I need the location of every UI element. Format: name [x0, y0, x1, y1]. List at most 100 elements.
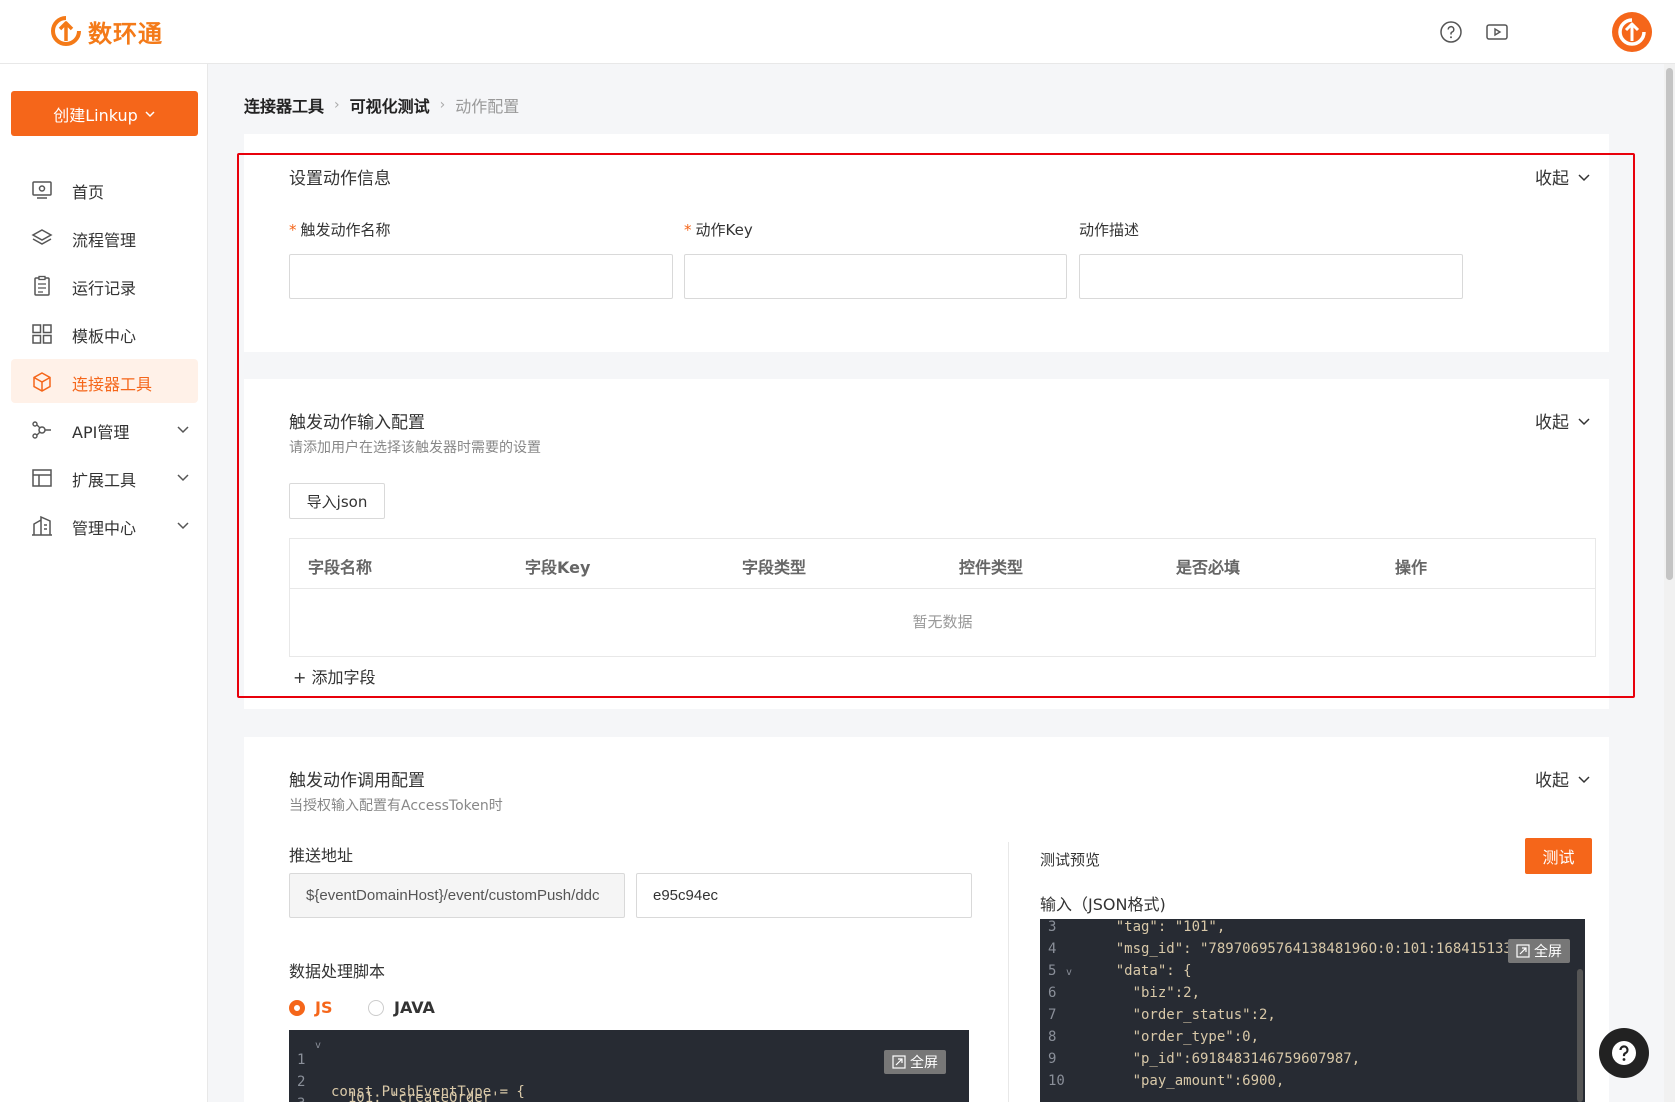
radio-js[interactable]: JS: [289, 998, 332, 1017]
collapse-toggle[interactable]: 收起: [1535, 766, 1591, 791]
radio-label: JS: [315, 998, 333, 1017]
line-number: 3: [297, 1096, 317, 1102]
create-linkup-button[interactable]: 创建Linkup: [11, 91, 198, 136]
table-header: 字段名称 字段Key 字段类型 控件类型 是否必填 操作: [290, 539, 1595, 589]
fold-chevron-icon[interactable]: v: [315, 1040, 321, 1051]
fields-table: 字段名称 字段Key 字段类型 控件类型 是否必填 操作 暂无数据: [289, 538, 1596, 657]
fullscreen-button[interactable]: 全屏: [884, 1050, 946, 1074]
action-name-input[interactable]: [289, 254, 673, 299]
logo[interactable]: 数环通: [50, 14, 163, 49]
monitor-icon: [32, 181, 52, 199]
sidebar-item-label: 扩展工具: [72, 471, 137, 490]
cube-icon: [33, 372, 51, 392]
code-text: "order_status":2,: [1082, 1007, 1276, 1023]
fullscreen-button[interactable]: 全屏: [1508, 939, 1570, 963]
breadcrumb-separator: ›: [334, 97, 340, 113]
collapse-toggle[interactable]: 收起: [1535, 408, 1591, 433]
section-title: 触发动作输入配置: [289, 413, 425, 433]
radio-dot-checked: [289, 999, 305, 1016]
required-asterisk: *: [289, 221, 297, 239]
collapse-label: 收起: [1535, 413, 1569, 433]
column-header: 字段类型: [742, 558, 807, 577]
clipboard-icon: [34, 275, 50, 296]
help-float-button[interactable]: [1599, 1028, 1649, 1078]
code-text: "tag": "101",: [1082, 919, 1226, 935]
logo-text: 数环通: [88, 20, 163, 48]
line-number: 9: [1048, 1051, 1057, 1067]
import-json-button[interactable]: 导入json: [289, 483, 385, 519]
json-input-editor[interactable]: 3 "tag": "101", 4 "msg_id": "78970695764…: [1040, 919, 1585, 1102]
fullscreen-label: 全屏: [1534, 944, 1562, 960]
script-code-editor[interactable]: 1 v const PushEventType = { 2 101: 'crea…: [289, 1030, 969, 1102]
code-line: 2 101: 'createOrder': [289, 1058, 500, 1102]
column-header: 字段Key: [525, 558, 591, 577]
sidebar-item-run-records[interactable]: 运行记录: [11, 263, 198, 307]
sidebar-item-extension-tools[interactable]: 扩展工具: [11, 455, 198, 499]
sidebar-item-label: 流程管理: [72, 231, 137, 250]
breadcrumb-separator: ›: [439, 97, 446, 113]
push-url-suffix-input[interactable]: [636, 873, 972, 918]
chevron-down-icon: [1578, 417, 1590, 425]
expand-icon: [892, 1055, 906, 1069]
sidebar: 创建Linkup 首页 流程管理 运行记录 模板中心 连接器工具 API管理 扩…: [0, 64, 208, 1102]
code-text: "p_id":6918483146759607987,: [1082, 1051, 1361, 1067]
action-info-card: [244, 134, 1609, 352]
sidebar-item-templates[interactable]: 模板中心: [11, 311, 198, 355]
create-linkup-label: 创建Linkup: [53, 105, 138, 125]
line-number: 6: [1048, 985, 1057, 1001]
scrollbar-thumb[interactable]: [1666, 68, 1673, 580]
expand-icon: [1516, 944, 1530, 958]
chevron-down-icon: [145, 110, 155, 117]
column-header: 是否必填: [1176, 558, 1241, 577]
help-circle-icon[interactable]: [1439, 20, 1463, 44]
collapse-toggle[interactable]: 收起: [1535, 164, 1591, 189]
code-text: "msg_id": "7897069576413848196O:0:101:16…: [1082, 941, 1512, 957]
action-key-input[interactable]: [684, 254, 1067, 299]
test-button[interactable]: 测试: [1525, 838, 1592, 874]
code-line: 1 v const PushEventType = {: [289, 1036, 525, 1100]
question-icon: [1612, 1041, 1636, 1065]
page-scrollbar[interactable]: [1664, 64, 1675, 1102]
code-text: "pay_amount":6900,: [1082, 1073, 1285, 1089]
script-label: 数据处理脚本: [289, 962, 386, 981]
required-asterisk: *: [684, 221, 692, 239]
code-line: 3 };: [289, 1080, 323, 1102]
field-label-text: 触发动作名称: [300, 221, 391, 239]
test-preview-label: 测试预览: [1040, 851, 1101, 869]
sidebar-item-admin-center[interactable]: 管理中心: [11, 503, 198, 547]
collapse-label: 收起: [1535, 169, 1569, 189]
field-label-text: 动作描述: [1079, 221, 1140, 239]
sidebar-item-flows[interactable]: 流程管理: [11, 215, 198, 259]
code-text: 101: 'createOrder': [331, 1090, 500, 1102]
input-json-label: 输入（JSON格式): [1040, 895, 1166, 914]
fold-chevron-icon[interactable]: v: [1066, 967, 1072, 978]
layers-icon: [31, 229, 53, 245]
chevron-down-icon: [177, 474, 189, 482]
action-desc-input[interactable]: [1079, 254, 1463, 299]
push-url-prefix-input[interactable]: [289, 873, 625, 918]
video-play-icon[interactable]: [1485, 20, 1509, 44]
breadcrumb-item[interactable]: 可视化测试: [350, 93, 430, 117]
add-field-button[interactable]: + 添加字段: [293, 664, 376, 688]
avatar[interactable]: [1612, 12, 1652, 52]
section-title: 触发动作调用配置: [289, 771, 425, 791]
line-number: 4: [1048, 941, 1057, 957]
radio-java[interactable]: JAVA: [368, 998, 435, 1017]
column-header: 控件类型: [959, 558, 1024, 577]
logo-mark-icon: [51, 15, 81, 46]
sidebar-item-api[interactable]: API管理: [11, 407, 198, 451]
sidebar-item-label: 管理中心: [72, 519, 137, 538]
building-icon: [32, 515, 52, 536]
sidebar-item-label: 首页: [72, 183, 105, 202]
sidebar-item-label: 运行记录: [72, 279, 137, 298]
editor-scrollbar[interactable]: [1577, 969, 1583, 1102]
sidebar-item-connector-tools[interactable]: 连接器工具: [11, 359, 198, 403]
fullscreen-label: 全屏: [910, 1055, 938, 1071]
breadcrumb-item[interactable]: 连接器工具: [244, 93, 324, 117]
code-text: "data": {: [1082, 963, 1192, 979]
radio-dot-unchecked: [368, 999, 384, 1016]
collapse-label: 收起: [1535, 771, 1569, 791]
sidebar-item-label: 连接器工具: [72, 375, 153, 394]
section-subtitle: 当授权输入配置有AccessToken时: [289, 798, 503, 814]
sidebar-item-home[interactable]: 首页: [11, 167, 198, 211]
